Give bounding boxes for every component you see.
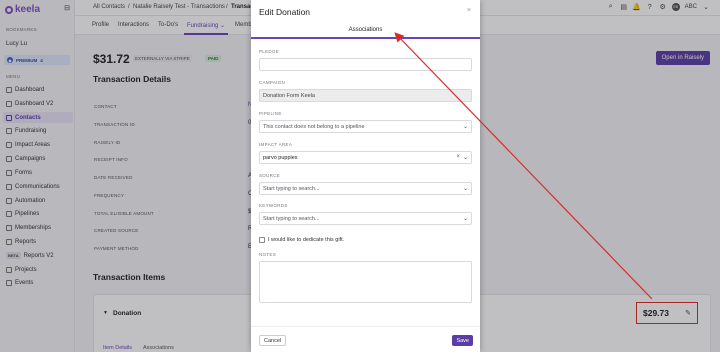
chevron-down-icon: ⌄ (462, 124, 468, 130)
campaign-label: CAMPAIGN (259, 80, 286, 85)
impact-area-value: parvo puppies (263, 154, 298, 161)
pipeline-select[interactable]: This contact does not belong to a pipeli… (259, 120, 472, 133)
edit-donation-modal: Edit Donation × Associations PLEDGE CAMP… (251, 0, 480, 352)
campaign-field: Donation Form Keela (259, 89, 472, 102)
cancel-button[interactable]: Cancel (259, 335, 287, 346)
keywords-placeholder: Start typing to search... (263, 215, 320, 222)
source-label: SOURCE (259, 173, 281, 178)
notes-textarea[interactable] (259, 261, 472, 303)
chevron-down-icon: ⌄ (462, 216, 468, 222)
chevron-down-icon: ⌄ (462, 186, 468, 192)
notes-label: NOTES (259, 252, 277, 257)
dedicate-checkbox[interactable] (259, 237, 265, 243)
modal-footer: Cancel Save (251, 326, 480, 352)
pledge-input[interactable] (259, 58, 472, 71)
impact-area-select[interactable]: parvo puppies × ⌄ (259, 151, 472, 164)
keywords-select[interactable]: Start typing to search... ⌄ (259, 212, 472, 225)
close-icon[interactable]: × (467, 7, 471, 14)
chevron-down-icon: ⌄ (462, 155, 468, 161)
modal-title: Edit Donation (259, 7, 311, 17)
pipeline-label: PIPELINE (259, 111, 282, 116)
keywords-label: KEYWORDS (259, 203, 288, 208)
source-select[interactable]: Start typing to search... ⌄ (259, 182, 472, 195)
save-button[interactable]: Save (452, 335, 473, 346)
pledge-label: PLEDGE (259, 49, 280, 54)
source-placeholder: Start typing to search... (263, 185, 320, 192)
pipeline-placeholder: This contact does not belong to a pipeli… (263, 123, 365, 130)
tab-associations[interactable]: Associations (251, 23, 480, 39)
dedicate-label[interactable]: I would like to dedicate this gift. (268, 237, 344, 243)
clear-icon[interactable]: × (456, 154, 460, 160)
impact-area-label: IMPACT AREA (259, 142, 293, 147)
